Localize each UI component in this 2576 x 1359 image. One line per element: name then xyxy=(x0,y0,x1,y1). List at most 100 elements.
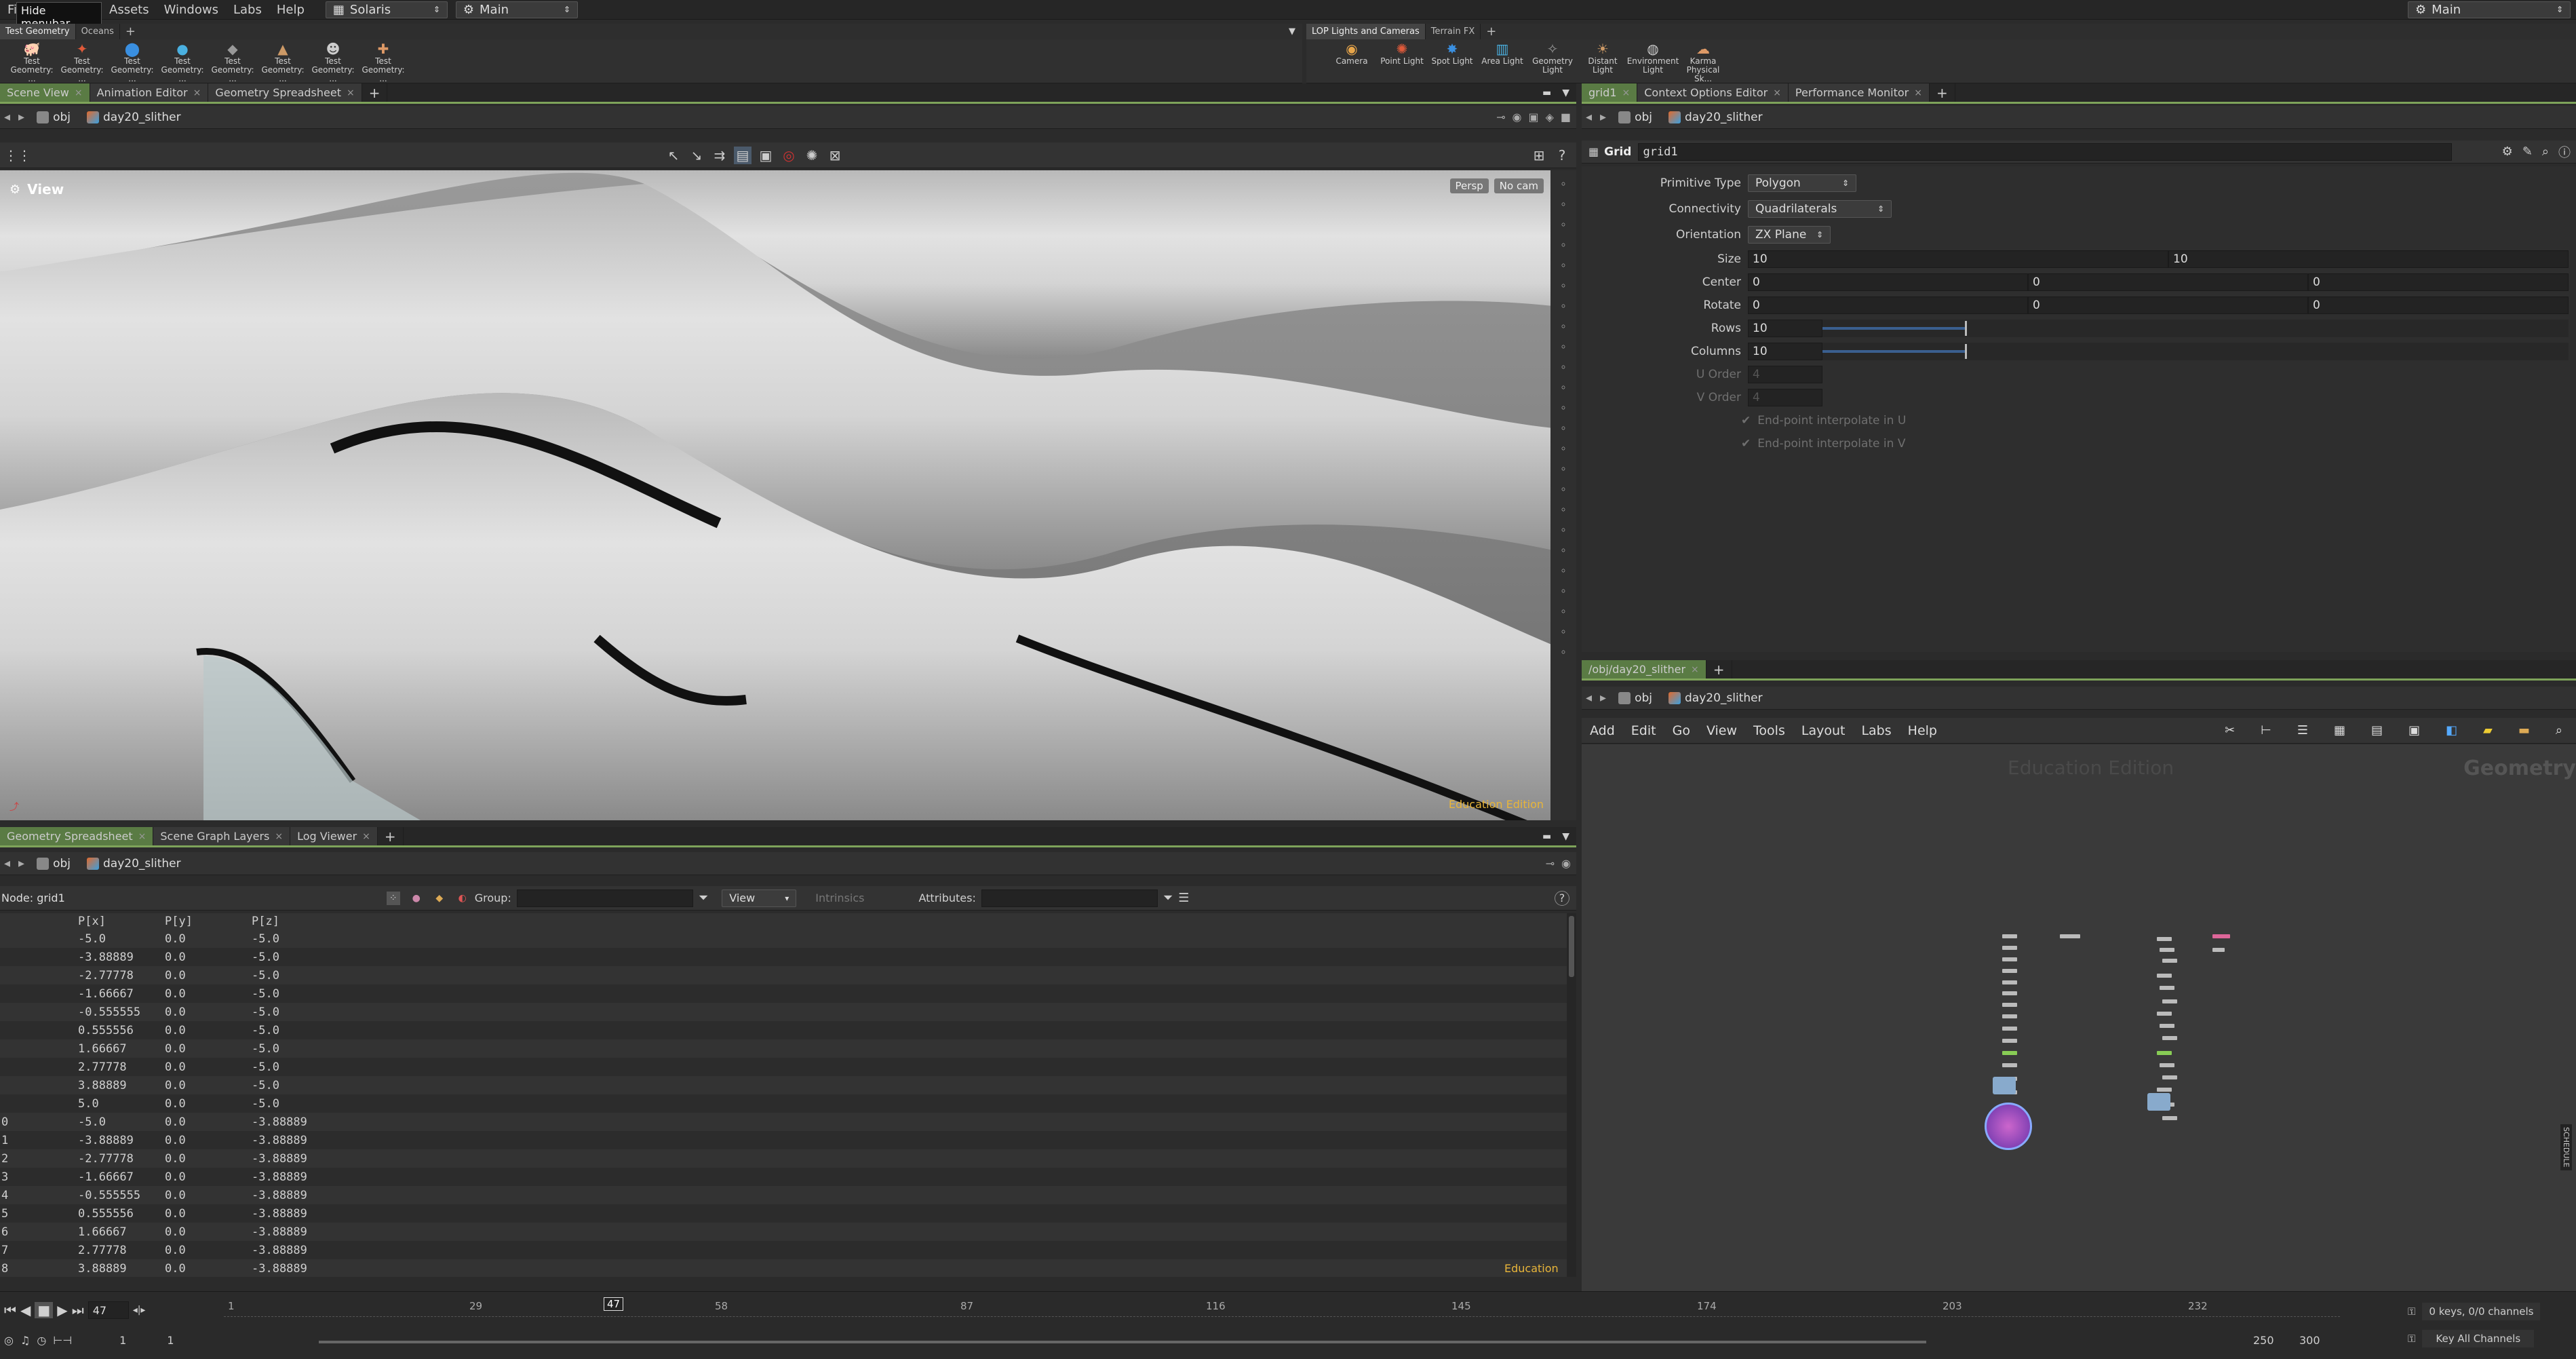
spreadsheet-scrollbar[interactable] xyxy=(1567,913,1576,1277)
size-x-field[interactable]: 10 xyxy=(1748,250,2168,268)
end-frame-2[interactable]: 300 xyxy=(2299,1334,2320,1347)
shelf-tool-area-light[interactable]: ▥ Area Light xyxy=(1477,39,1527,76)
network-node[interactable] xyxy=(2002,969,2017,973)
node-name-field[interactable]: grid1 xyxy=(1638,142,2453,161)
view-menu[interactable]: View ▾ xyxy=(722,889,797,907)
range-slider[interactable] xyxy=(319,1341,1926,1343)
network-node[interactable] xyxy=(2162,999,2177,1003)
table-row[interactable]: 0.555556 0.0 -5.0 xyxy=(0,1021,1567,1039)
columns-field[interactable]: 10 xyxy=(1748,343,1822,360)
forward-icon[interactable]: ▸ xyxy=(14,110,28,124)
table-row[interactable]: 0 -5.0 0.0 -3.88889 xyxy=(0,1113,1567,1131)
rect-icon[interactable]: ◦ xyxy=(1555,624,1572,638)
shelf-tab-lop-lights[interactable]: LOP Lights and Cameras xyxy=(1306,24,1426,39)
step-back-icon[interactable]: ◀ xyxy=(20,1302,31,1318)
target-icon[interactable]: ◦ xyxy=(1555,257,1572,272)
dot-icon[interactable]: ◦ xyxy=(1555,379,1572,394)
help-icon[interactable]: ⓘ xyxy=(2558,143,2571,161)
network-canvas[interactable]: Education Edition Geometry SCHEDULE xyxy=(1582,744,2576,1291)
network-node[interactable] xyxy=(2002,991,2017,995)
maximize-icon[interactable]: ▬ xyxy=(1542,88,1551,98)
tab-log-viewer[interactable]: Log Viewer × xyxy=(290,827,378,845)
network-node[interactable] xyxy=(2162,1116,2177,1120)
shelf-tool-spot-light[interactable]: ✸ Spot Light xyxy=(1427,39,1477,76)
table-row[interactable]: 5.0 0.0 -5.0 xyxy=(0,1094,1567,1113)
network-node[interactable] xyxy=(2212,934,2230,938)
tile-icon[interactable]: ◦ xyxy=(1555,542,1572,557)
network-node[interactable] xyxy=(2002,1063,2017,1067)
frame-field[interactable]: 47 xyxy=(87,1301,129,1319)
forward-icon[interactable]: ▸ xyxy=(1596,110,1610,124)
last-frame-icon[interactable]: ⏭ xyxy=(72,1302,84,1318)
table-row[interactable]: 7 2.77778 0.0 -3.88889 xyxy=(0,1241,1567,1259)
bone-icon[interactable]: ◦ xyxy=(1555,318,1572,333)
table-row[interactable]: 2.77778 0.0 -5.0 xyxy=(0,1058,1567,1076)
shelf-tool-env-light[interactable]: ◍ Environment Light xyxy=(1627,39,1679,76)
back-icon[interactable]: ◂ xyxy=(0,110,14,124)
stop-icon[interactable]: ■ xyxy=(35,1302,54,1318)
center-x-field[interactable]: 0 xyxy=(1748,273,2028,291)
table-row[interactable]: 1.66667 0.0 -5.0 xyxy=(0,1039,1567,1058)
close-icon[interactable]: × xyxy=(75,88,83,98)
tab-geometry-spreadsheet-2[interactable]: Geometry Spreadsheet × xyxy=(0,827,154,845)
columns-icon[interactable]: ☰ xyxy=(1178,891,1189,905)
shelf-tool-squab[interactable]: ✦ Test Geometry: ... xyxy=(57,39,107,83)
add-tab-button[interactable]: + xyxy=(378,827,404,845)
menu-item-assets[interactable]: Assets xyxy=(102,3,157,17)
table-row[interactable]: -5.0 0.0 -5.0 xyxy=(0,930,1567,948)
help-icon[interactable]: ? xyxy=(1555,890,1569,906)
stamp-icon[interactable]: ◦ xyxy=(1555,461,1572,476)
leaf-icon[interactable]: ◦ xyxy=(1555,583,1572,598)
scene-viewport[interactable]: ⚙ View Persp No cam ⤴ Education Edition xyxy=(0,170,1553,820)
shelf-tool-crag[interactable]: ▲ Test Geometry: ... xyxy=(258,39,308,83)
no-cam-menu[interactable]: No cam xyxy=(1494,178,1544,193)
points-mode-icon[interactable]: ⁘ xyxy=(386,891,400,905)
first-frame-icon[interactable]: ⏮ xyxy=(4,1302,16,1318)
close-icon[interactable]: × xyxy=(1691,664,1699,675)
active-node-icon[interactable] xyxy=(1985,1103,2032,1150)
network-node[interactable] xyxy=(2002,1039,2017,1043)
network-node[interactable] xyxy=(2002,934,2017,938)
plant-icon[interactable]: ◦ xyxy=(1555,603,1572,618)
start-frame-2[interactable]: 1 xyxy=(167,1334,174,1347)
network-menu-view[interactable]: View xyxy=(1706,723,1737,738)
table-row[interactable]: 2 -2.77778 0.0 -3.88889 xyxy=(0,1149,1567,1168)
select-icon[interactable]: ↖ xyxy=(665,147,682,164)
network-node[interactable] xyxy=(2157,974,2172,978)
path-root[interactable]: obj xyxy=(1610,111,1660,124)
lock-icon[interactable]: ◦ xyxy=(1555,196,1572,211)
close-icon[interactable]: × xyxy=(362,831,370,842)
pane-menu-icon[interactable]: ▼ xyxy=(1562,831,1569,842)
menu-item-labs[interactable]: Labs xyxy=(226,3,269,17)
transform-icon[interactable]: ⇉ xyxy=(711,147,728,164)
snap-icon[interactable]: ◈ xyxy=(1546,111,1554,123)
network-menu-layout[interactable]: Layout xyxy=(1801,723,1846,738)
header-pz[interactable]: P[z] xyxy=(252,915,338,928)
shelf-tool-shaderball[interactable]: ● Test Geometry: ... xyxy=(157,39,208,83)
rotate-z-field[interactable]: 0 xyxy=(2308,296,2569,314)
header-px[interactable]: P[x] xyxy=(78,915,165,928)
network-node[interactable] xyxy=(2002,957,2017,961)
network-node[interactable] xyxy=(2060,934,2080,938)
play-icon[interactable]: ▶ xyxy=(57,1302,67,1318)
list-icon[interactable]: ☰ xyxy=(2297,723,2308,738)
view-icon[interactable]: ◦ xyxy=(1555,176,1572,191)
network-node[interactable] xyxy=(2002,1051,2017,1055)
output-node-icon[interactable] xyxy=(1993,1077,2016,1094)
network-node[interactable] xyxy=(2160,1063,2174,1067)
size-y-field[interactable]: 10 xyxy=(2168,250,2569,268)
tree-icon[interactable]: ⊢ xyxy=(2261,723,2271,738)
ghost-icon[interactable]: ◦ xyxy=(1555,298,1572,313)
shelf-tool-pig[interactable]: 🐖 Test Geometry: ... xyxy=(7,39,57,83)
close-icon[interactable]: × xyxy=(193,88,201,98)
select-mode-icon[interactable]: ↘ xyxy=(688,147,705,164)
tile-view-icon[interactable]: ▤ xyxy=(2371,723,2383,738)
shelf-tab-test-geometry[interactable]: Test Geometry xyxy=(0,24,76,39)
columns-slider[interactable] xyxy=(1822,343,2569,360)
detail-mode-icon[interactable]: ◐ xyxy=(456,892,469,905)
schedule-label[interactable]: SCHEDULE xyxy=(2560,1124,2572,1170)
network-node[interactable] xyxy=(2002,1003,2017,1007)
shelf-tab-terrain-fx[interactable]: Terrain FX xyxy=(1426,24,1481,39)
network-menu-edit[interactable]: Edit xyxy=(1631,723,1656,738)
box-icon[interactable]: ◦ xyxy=(1555,644,1572,659)
